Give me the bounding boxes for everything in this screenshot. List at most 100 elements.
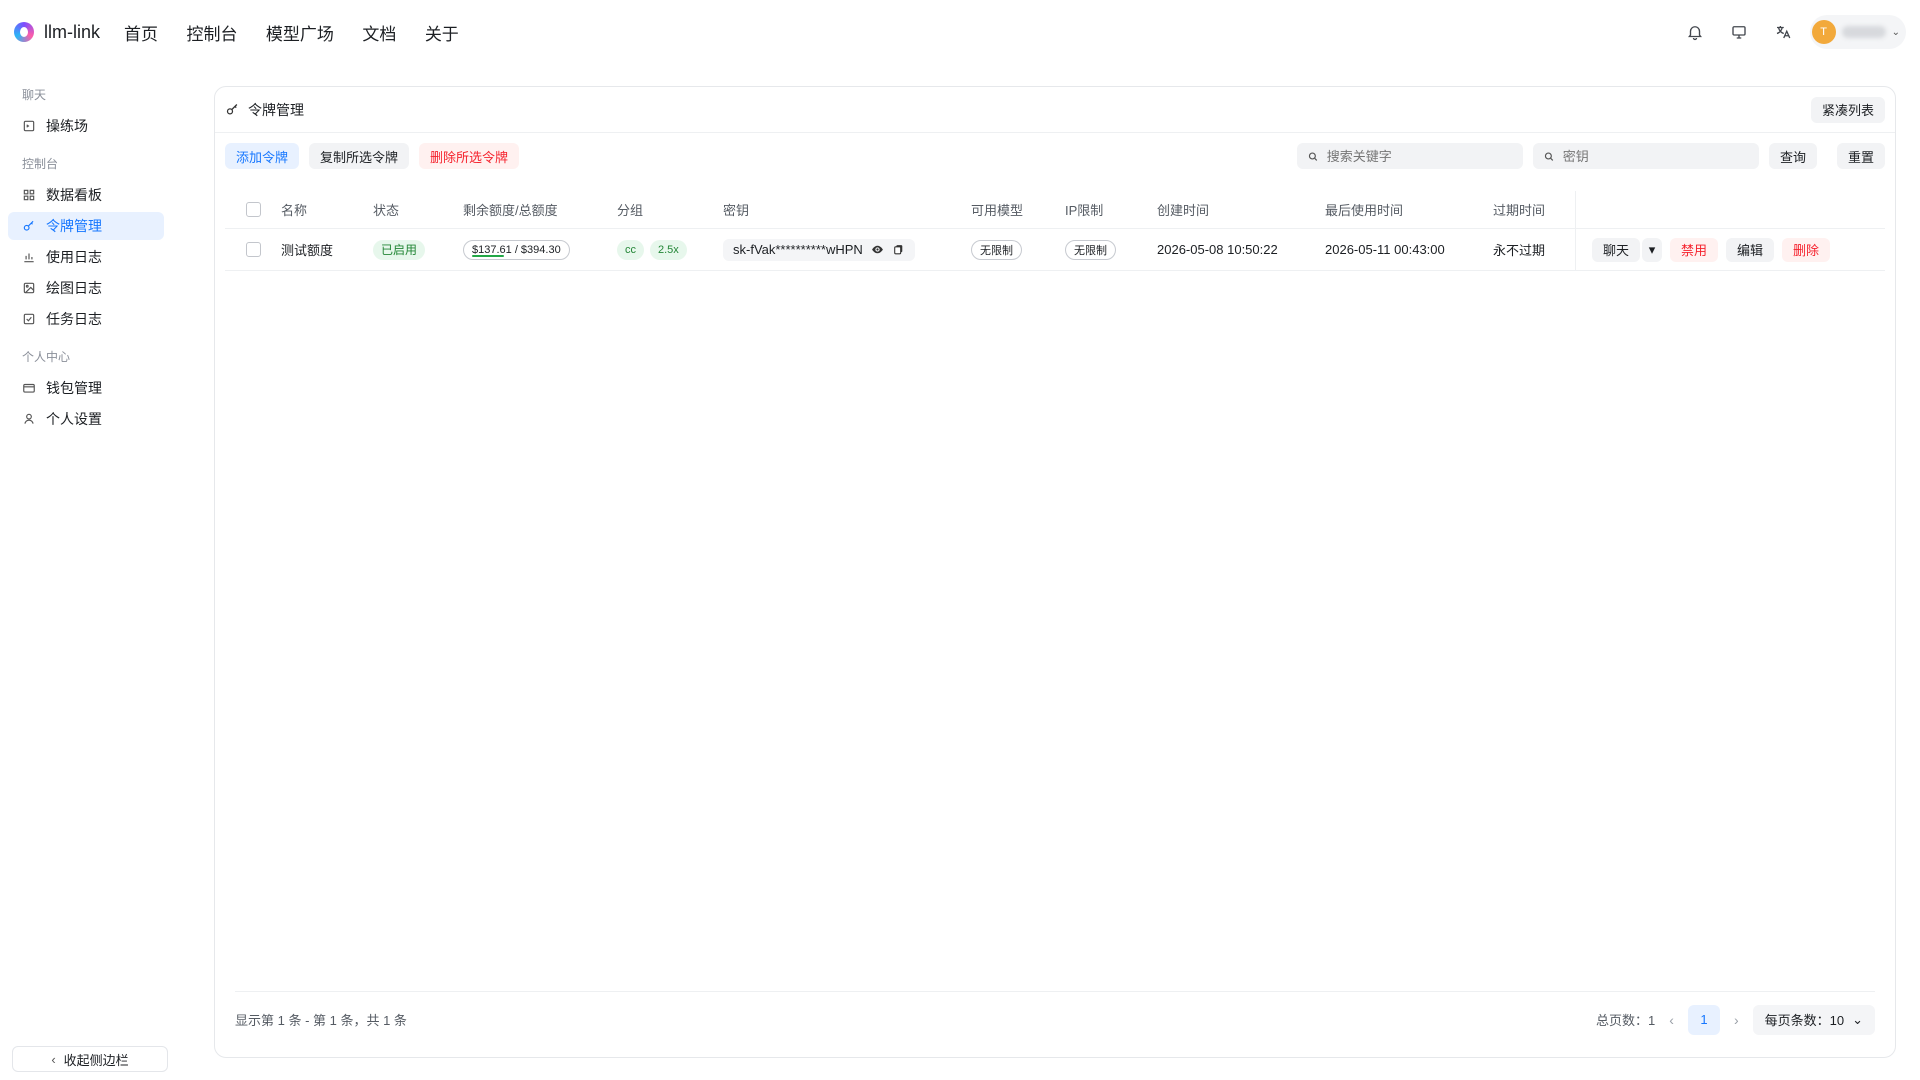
sidebar-item-label: 使用日志: [46, 249, 102, 265]
column-header-models: 可用模型: [971, 203, 1024, 218]
sidebar-item-label: 钱包管理: [46, 380, 102, 396]
api-key-field: sk-fVak**********wHPN: [723, 238, 915, 261]
nav-about[interactable]: 关于: [425, 25, 459, 44]
sidebar-item-label: 个人设置: [46, 411, 102, 427]
chevron-down-icon: ⌄: [1891, 26, 1900, 38]
chat-button[interactable]: 聊天: [1592, 237, 1641, 262]
column-header-expires: 过期时间: [1493, 203, 1546, 218]
token-name: 测试额度: [281, 243, 334, 258]
reset-button[interactable]: 重置: [1836, 143, 1885, 169]
sidebar-item-playground[interactable]: 操练场: [8, 112, 164, 140]
avatar: T: [1811, 20, 1836, 44]
top-navbar: llm-link 首页 控制台 模型广场 文档 关于 T ⌄: [0, 0, 1920, 64]
disable-button[interactable]: 禁用: [1670, 237, 1719, 262]
toolbar: 添加令牌 复制所选令牌 删除所选令牌 查询 重置: [215, 133, 1895, 179]
sidebar-item-usage-log[interactable]: 使用日志: [8, 243, 164, 271]
sidebar-item-label: 操练场: [46, 118, 88, 134]
sidebar-item-label: 绘图日志: [46, 280, 102, 296]
sidebar-item-label: 令牌管理: [46, 218, 102, 234]
username-redacted: [1841, 26, 1886, 38]
key-icon: [226, 104, 238, 115]
wallet-icon: [23, 383, 35, 393]
column-header-actions: [1575, 191, 1885, 228]
chat-dropdown-icon[interactable]: ▾: [1642, 237, 1663, 262]
page-button-current[interactable]: 1: [1687, 1004, 1720, 1035]
user-icon: [24, 413, 34, 424]
copy-icon[interactable]: [892, 243, 905, 256]
brand-name[interactable]: llm-link: [44, 22, 100, 43]
sidebar: 聊天 操练场 控制台 数据看板 令牌管理 使用日志 绘图日志 任务日志 个人中心…: [0, 64, 172, 1080]
column-header-group: 分组: [617, 203, 644, 218]
column-header-key: 密钥: [723, 203, 750, 218]
models-tag: 无限制: [971, 239, 1022, 260]
nav-home[interactable]: 首页: [124, 25, 158, 44]
top-right-actions: T ⌄: [1678, 15, 1906, 49]
check-square-icon: [23, 313, 35, 325]
copy-selected-tokens-button[interactable]: 复制所选令牌: [309, 143, 410, 169]
nav-docs[interactable]: 文档: [362, 25, 396, 44]
sidebar-item-label: 任务日志: [46, 311, 102, 327]
ratio-tag: 2.5x: [650, 239, 687, 260]
compact-list-button[interactable]: 紧凑列表: [1810, 96, 1885, 123]
delete-button[interactable]: 删除: [1782, 237, 1831, 262]
search-area: 查询 重置: [1296, 143, 1885, 169]
query-button[interactable]: 查询: [1768, 143, 1817, 169]
column-header-created: 创建时间: [1157, 203, 1210, 218]
expires-time: 永不过期: [1493, 243, 1546, 258]
token-management-card: 令牌管理 紧凑列表 添加令牌 复制所选令牌 删除所选令牌 查询 重置 名称 状态…: [214, 86, 1896, 1058]
search-icon: [1544, 151, 1554, 161]
column-header-last-used: 最后使用时间: [1325, 203, 1404, 218]
sidebar-section-personal: 个人中心: [22, 350, 71, 364]
page-size-select[interactable]: 每页条数：10 ⌄: [1752, 1004, 1875, 1035]
collapse-sidebar-button[interactable]: ‹ 收起侧边栏: [12, 1046, 168, 1072]
sidebar-item-task-log[interactable]: 任务日志: [8, 305, 164, 333]
sidebar-section-console: 控制台: [22, 157, 59, 171]
sidebar-item-label: 数据看板: [46, 187, 102, 203]
quota-text: $137.61 / $394.30: [472, 243, 561, 256]
playground-icon: [23, 120, 35, 132]
column-header-quota: 剩余额度/总额度: [463, 203, 558, 218]
delete-selected-tokens-button[interactable]: 删除所选令牌: [419, 143, 520, 169]
translate-icon[interactable]: [1766, 15, 1800, 49]
last-used-time: 2026-05-11 00:43:00: [1325, 242, 1445, 257]
bell-icon[interactable]: [1678, 15, 1712, 49]
sidebar-item-wallet[interactable]: 钱包管理: [8, 374, 164, 402]
keyword-search-field[interactable]: [1296, 143, 1523, 169]
table-row: 测试额度 已启用 $137.61 / $394.30 cc 2.5x sk-fV…: [225, 229, 1885, 271]
monitor-icon[interactable]: [1722, 15, 1756, 49]
key-icon: [23, 220, 34, 231]
nav-model-square[interactable]: 模型广场: [266, 25, 334, 44]
table-header-row: 名称 状态 剩余额度/总额度 分组 密钥 可用模型 IP限制 创建时间 最后使用…: [225, 191, 1885, 229]
api-key-text: sk-fVak**********wHPN: [733, 242, 863, 257]
quota-badge: $137.61 / $394.30: [463, 239, 570, 260]
sidebar-item-drawing-log[interactable]: 绘图日志: [8, 274, 164, 302]
image-icon: [23, 282, 35, 294]
chevron-left-icon: ‹: [51, 1051, 56, 1067]
total-pages-label: 总页数：1: [1596, 1013, 1656, 1028]
group-tag: cc: [617, 239, 644, 260]
key-search-input[interactable]: [1562, 148, 1749, 164]
user-menu[interactable]: T ⌄: [1809, 15, 1906, 49]
add-token-button[interactable]: 添加令牌: [225, 143, 300, 169]
eye-icon[interactable]: [871, 243, 884, 256]
keyword-search-input[interactable]: [1326, 148, 1513, 164]
sidebar-item-token-management[interactable]: 令牌管理: [8, 212, 164, 240]
key-search-field[interactable]: [1532, 143, 1759, 169]
chart-icon: [24, 253, 34, 263]
select-all-checkbox[interactable]: [245, 202, 261, 217]
ip-limit-tag: 无限制: [1065, 239, 1116, 260]
edit-button[interactable]: 编辑: [1726, 237, 1775, 262]
column-header-ip-limit: IP限制: [1065, 203, 1104, 218]
nav-console[interactable]: 控制台: [186, 25, 237, 44]
chevron-down-icon: ⌄: [1852, 1011, 1863, 1027]
sidebar-item-dashboard[interactable]: 数据看板: [8, 181, 164, 209]
app-logo[interactable]: [14, 22, 34, 42]
chevron-left-icon[interactable]: ‹: [1669, 1012, 1674, 1028]
status-badge: 已启用: [373, 239, 426, 260]
chevron-right-icon[interactable]: ›: [1734, 1012, 1739, 1028]
page-title-text: 令牌管理: [248, 101, 304, 118]
row-checkbox[interactable]: [245, 242, 261, 257]
sidebar-item-settings[interactable]: 个人设置: [8, 405, 164, 433]
pagination: 总页数：1 ‹ 1 › 每页条数：10 ⌄: [1596, 1004, 1875, 1035]
column-header-status: 状态: [373, 203, 400, 218]
